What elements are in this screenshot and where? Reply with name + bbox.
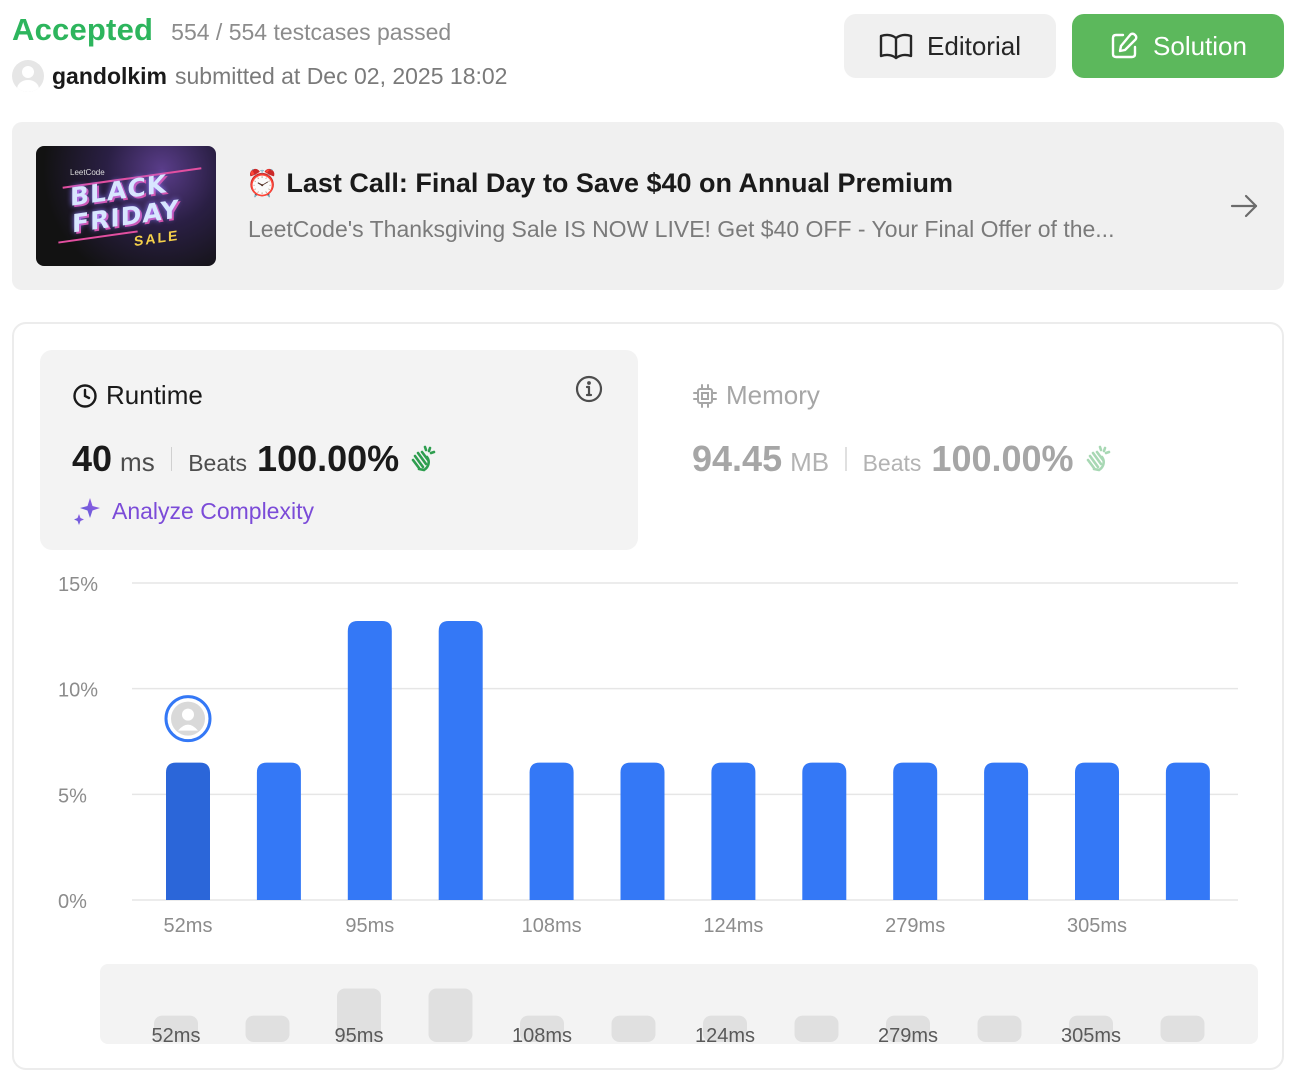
chart-bar[interactable] <box>984 762 1029 900</box>
user-avatar[interactable] <box>12 60 44 92</box>
book-open-icon <box>879 33 913 60</box>
clapping-hands-icon <box>411 445 436 472</box>
memory-unit: MB <box>790 447 830 477</box>
stats-card: Runtime 40 ms Beats 100.00% Analyze Comp… <box>12 322 1284 1070</box>
banner-title[interactable]: ⏰ Last Call: Final Day to Save $40 on An… <box>246 168 953 199</box>
chart-bar[interactable] <box>256 762 301 900</box>
y-tick-label: 0% <box>58 891 87 913</box>
minimap-tick-label: 108ms <box>512 1025 572 1047</box>
minimap-tick-label: 124ms <box>695 1025 755 1047</box>
minimap-tick-label: 279ms <box>878 1025 938 1047</box>
chart-bar[interactable] <box>893 762 938 900</box>
arrow-right-icon[interactable] <box>1228 190 1260 222</box>
minimap-tick-label: 52ms <box>152 1025 201 1047</box>
editorial-label: Editorial <box>927 30 1021 61</box>
username-link[interactable]: gandolkim <box>52 63 167 90</box>
memory-values: 94.45 MB Beats 100.00% <box>692 438 1112 480</box>
minimap-bar <box>611 1015 656 1042</box>
x-tick-label: 305ms <box>1067 915 1127 937</box>
x-tick-label: 279ms <box>885 915 945 937</box>
user-avatar-head <box>182 708 194 721</box>
banner-image-brand: LeetCode <box>70 168 105 177</box>
chart-bar[interactable] <box>166 762 210 900</box>
memory-beats-value: 100.00% <box>931 438 1074 479</box>
clock-icon <box>73 383 97 408</box>
minimap-bar <box>794 1015 839 1042</box>
minimap-bar <box>428 988 473 1042</box>
solution-label: Solution <box>1153 30 1247 61</box>
y-tick-label: 10% <box>58 680 98 702</box>
black-friday-image: LeetCode BLACK FRIDAY SALE <box>36 146 216 266</box>
minimap-tick-label: 305ms <box>1061 1025 1121 1047</box>
submitter-row: gandolkim submitted at Dec 02, 2025 18:0… <box>12 60 507 92</box>
chart-bar[interactable] <box>529 762 574 900</box>
memory-beats-label: Beats <box>862 450 922 476</box>
memory-label: Memory <box>726 380 820 410</box>
banner-image-sale: SALE <box>134 226 180 250</box>
x-tick-label: 124ms <box>703 915 763 937</box>
submission-header: Accepted 554 / 554 testcases passed gand… <box>12 8 1284 98</box>
testcases-passed: 554 / 554 testcases passed <box>171 19 452 45</box>
memory-value: 94.45 <box>692 438 783 479</box>
promo-banner[interactable]: LeetCode BLACK FRIDAY SALE ⏰ Last Call: … <box>12 122 1284 290</box>
status-row: Accepted 554 / 554 testcases passed <box>12 12 451 48</box>
y-tick-label: 5% <box>58 785 87 807</box>
chip-icon <box>693 383 717 408</box>
divider <box>170 447 173 471</box>
runtime-unit: ms <box>120 447 155 477</box>
info-icon[interactable] <box>574 374 604 404</box>
minimap-bar <box>1160 1015 1205 1042</box>
runtime-value: 40 <box>72 438 113 479</box>
minimap-tick-label: 95ms <box>335 1025 384 1047</box>
runtime-beats-value: 100.00% <box>257 438 400 479</box>
x-tick-label: 52ms <box>164 915 213 937</box>
editorial-button[interactable]: Editorial <box>844 14 1056 78</box>
runtime-beats-label: Beats <box>188 450 248 476</box>
runtime-panel[interactable]: Runtime 40 ms Beats 100.00% Analyze Comp… <box>40 350 638 550</box>
analyze-label: Analyze Complexity <box>112 497 314 524</box>
status-accepted: Accepted <box>12 12 154 47</box>
runtime-label: Runtime <box>106 380 203 410</box>
runtime-values: 40 ms Beats 100.00% <box>72 438 437 480</box>
chart-bar[interactable] <box>620 762 665 900</box>
analyze-complexity-link[interactable]: Analyze Complexity <box>72 496 314 526</box>
banner-title-text: Last Call: Final Day to Save $40 on Annu… <box>286 168 954 198</box>
chart-bar[interactable] <box>802 762 847 900</box>
chart-bar[interactable] <box>1075 762 1119 900</box>
divider <box>845 447 847 471</box>
alarm-clock-icon: ⏰ <box>246 168 279 198</box>
edit-square-icon <box>1111 32 1138 59</box>
memory-title: Memory <box>692 380 820 411</box>
y-tick-label: 15% <box>58 574 98 596</box>
clapping-hands-icon <box>1086 445 1110 472</box>
x-tick-label: 108ms <box>522 915 582 937</box>
runtime-title: Runtime <box>72 380 203 411</box>
chart-bar[interactable] <box>711 762 756 900</box>
chart-bar[interactable] <box>1165 762 1210 900</box>
chart-bar[interactable] <box>438 621 483 900</box>
memory-panel[interactable]: Memory 94.45 MB Beats 100.00% <box>692 350 1252 550</box>
submitted-time: submitted at Dec 02, 2025 18:02 <box>175 62 508 89</box>
x-tick-label: 95ms <box>345 915 394 937</box>
banner-description: LeetCode's Thanksgiving Sale IS NOW LIVE… <box>248 216 1115 242</box>
minimap-bar <box>245 1015 290 1042</box>
solution-button[interactable]: Solution <box>1072 14 1284 78</box>
sparkle-icon <box>74 498 100 525</box>
chart-bar[interactable] <box>347 621 392 900</box>
minimap-bar <box>977 1015 1022 1042</box>
